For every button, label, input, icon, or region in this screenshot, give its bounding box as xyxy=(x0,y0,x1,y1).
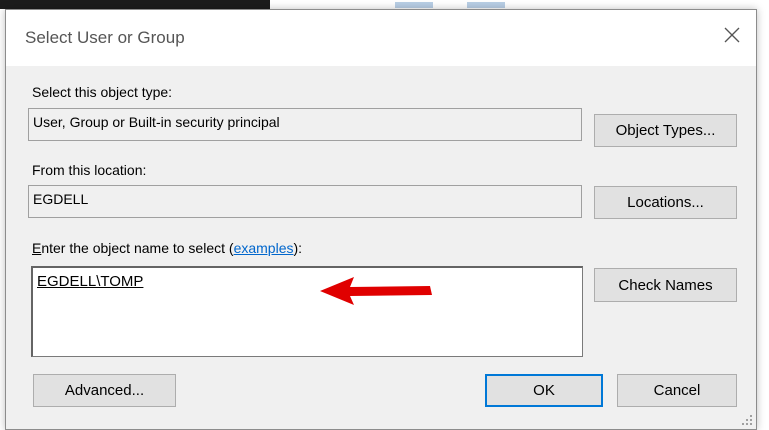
advanced-button[interactable]: Advanced... xyxy=(33,374,176,407)
red-arrow-annotation-icon xyxy=(320,277,432,305)
object-name-label-end: ): xyxy=(293,240,303,256)
background-window-edge xyxy=(0,0,270,9)
close-icon[interactable] xyxy=(722,25,742,45)
cancel-button[interactable]: Cancel xyxy=(617,374,737,407)
object-type-field: User, Group or Built-in security princip… xyxy=(28,108,582,141)
locations-button[interactable]: Locations... xyxy=(594,186,737,219)
dialog-title: Select User or Group xyxy=(25,28,185,47)
examples-link[interactable]: examples xyxy=(234,240,294,256)
object-name-label-accesskey: E xyxy=(32,240,42,256)
check-names-button[interactable]: Check Names xyxy=(594,268,737,302)
location-label: From this location: xyxy=(32,162,147,178)
object-name-value: EGDELL\TOMP xyxy=(37,273,144,290)
object-types-button[interactable]: Object Types... xyxy=(594,114,737,147)
object-type-label: Select this object type: xyxy=(32,84,173,100)
location-value: EGDELL xyxy=(33,191,89,207)
object-name-label: Enter the object name to select (example… xyxy=(32,240,302,256)
select-user-or-group-dialog: Select User or Group Select this object … xyxy=(5,9,757,430)
ok-button[interactable]: OK xyxy=(485,374,603,407)
location-field: EGDELL xyxy=(28,185,582,218)
title-bar: Select User or Group xyxy=(6,10,756,66)
object-name-input[interactable]: EGDELL\TOMP xyxy=(31,266,583,357)
object-type-value: User, Group or Built-in security princip… xyxy=(33,114,280,130)
object-name-label-text: nter the object name to select ( xyxy=(41,240,234,256)
resize-grip-icon[interactable] xyxy=(741,414,753,426)
